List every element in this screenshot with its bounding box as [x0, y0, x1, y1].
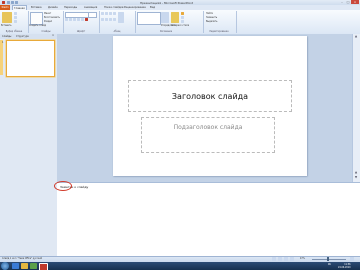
redo-icon[interactable] — [15, 1, 18, 4]
shapes-gallery[interactable] — [137, 12, 161, 25]
zoom-level[interactable]: 47% — [300, 257, 305, 260]
quick-styles-button[interactable]: Экспресс-стили — [171, 24, 189, 27]
tab-animations[interactable]: Анимация — [84, 6, 97, 9]
group-clipboard: Буфер обмена — [1, 30, 27, 33]
subtitle-placeholder[interactable]: Подзаголовок слайда — [141, 117, 275, 153]
italic-icon[interactable] — [69, 18, 72, 21]
shape-outline-icon[interactable] — [181, 16, 184, 19]
copy-icon[interactable] — [14, 16, 17, 19]
normal-view-icon[interactable] — [272, 257, 276, 261]
reset-button[interactable]: Восстановить — [44, 16, 60, 19]
new-slide-button[interactable]: Создать слайд — [29, 24, 46, 27]
font-size-select[interactable] — [88, 12, 97, 18]
fit-to-window-icon[interactable] — [350, 257, 354, 261]
shadow-icon[interactable] — [81, 18, 84, 21]
font-name-select[interactable] — [65, 12, 89, 18]
slide-sorter-icon[interactable] — [278, 257, 282, 261]
group-font: Шрифт — [64, 30, 98, 33]
ie-icon[interactable] — [12, 263, 19, 269]
status-info: Слайд 1 из 1 "Тема Office" русский — [2, 257, 42, 260]
bold-icon[interactable] — [65, 18, 68, 21]
tab-slideshow[interactable]: Показ слайдов — [104, 6, 123, 9]
arrange-icon[interactable] — [161, 12, 169, 23]
tab-view[interactable]: Вид — [150, 6, 155, 9]
quick-styles-icon[interactable] — [171, 12, 179, 23]
bullets-icon[interactable] — [101, 12, 104, 15]
align-right-icon[interactable] — [109, 18, 112, 21]
shape-effects-icon[interactable] — [181, 20, 184, 23]
justify-icon[interactable] — [113, 18, 116, 21]
undo-icon[interactable] — [11, 1, 14, 4]
reading-view-icon[interactable] — [284, 257, 288, 261]
group-drawing: Рисование — [136, 30, 196, 33]
zoom-slider-thumb[interactable] — [327, 257, 329, 261]
save-icon[interactable] — [7, 1, 10, 4]
section-button[interactable]: Раздел — [44, 20, 52, 23]
zoom-slider[interactable] — [312, 259, 346, 260]
cut-icon[interactable] — [14, 12, 17, 15]
taskbar — [0, 262, 360, 270]
clock[interactable]: 11:56 24.06.2010 — [338, 263, 351, 269]
window-title: Презентация1 - Microsoft PowerPoint — [140, 1, 193, 5]
shape-fill-icon[interactable] — [181, 12, 184, 15]
paste-icon[interactable] — [2, 12, 12, 23]
close-icon[interactable]: × — [351, 0, 359, 4]
layout-button[interactable]: Макет — [44, 12, 51, 15]
next-slide-icon[interactable]: ▼ — [353, 175, 359, 179]
clock-date: 24.06.2010 — [338, 266, 351, 269]
slide-thumbnail-number: 1 — [2, 41, 3, 44]
find-button[interactable]: Найти — [206, 12, 213, 15]
vertical-scrollbar[interactable] — [352, 34, 360, 182]
decrease-indent-icon[interactable] — [109, 12, 112, 15]
explorer-icon[interactable] — [21, 263, 28, 269]
underline-icon[interactable] — [73, 18, 76, 21]
replace-button[interactable]: Заменить — [206, 16, 217, 19]
tab-outline[interactable]: Структура — [16, 35, 29, 38]
group-editing: Редактирование — [204, 30, 234, 33]
title-placeholder[interactable]: Заголовок слайда — [128, 80, 292, 112]
notes-pane[interactable] — [57, 182, 360, 257]
group-paragraph: Абзац — [100, 30, 134, 33]
align-center-icon[interactable] — [105, 18, 108, 21]
language-indicator[interactable]: RU — [328, 263, 331, 266]
tab-insert[interactable]: Вставка — [31, 6, 42, 9]
group-slides: Слайды — [30, 30, 62, 33]
media-icon[interactable] — [30, 263, 37, 269]
select-button[interactable]: Выделить — [206, 20, 217, 23]
paste-button[interactable]: Вставить — [1, 24, 12, 27]
slideshow-icon[interactable] — [290, 257, 294, 261]
text-direction-icon[interactable] — [118, 12, 124, 23]
tab-transitions[interactable]: Переходы — [64, 6, 77, 9]
increase-indent-icon[interactable] — [113, 12, 116, 15]
app-icon[interactable] — [2, 1, 5, 4]
prev-slide-icon[interactable]: ▲ — [353, 170, 359, 174]
numbering-icon[interactable] — [105, 12, 108, 15]
tab-review[interactable]: Рецензирование — [124, 6, 146, 9]
font-color-icon[interactable] — [85, 18, 88, 21]
format-painter-icon[interactable] — [14, 20, 17, 23]
scroll-up-icon[interactable]: ▲ — [353, 34, 359, 38]
notes-annotation-circle — [54, 181, 72, 191]
tab-design[interactable]: Дизайн — [48, 6, 58, 9]
align-left-icon[interactable] — [101, 18, 104, 21]
start-button-icon[interactable] — [1, 262, 9, 270]
slide-thumbnail[interactable] — [6, 40, 55, 77]
selected-slide-marker — [0, 40, 3, 75]
strikethrough-icon[interactable] — [77, 18, 80, 21]
tab-slides[interactable]: Слайды — [2, 35, 11, 38]
close-pane-icon[interactable]: × — [50, 34, 56, 38]
